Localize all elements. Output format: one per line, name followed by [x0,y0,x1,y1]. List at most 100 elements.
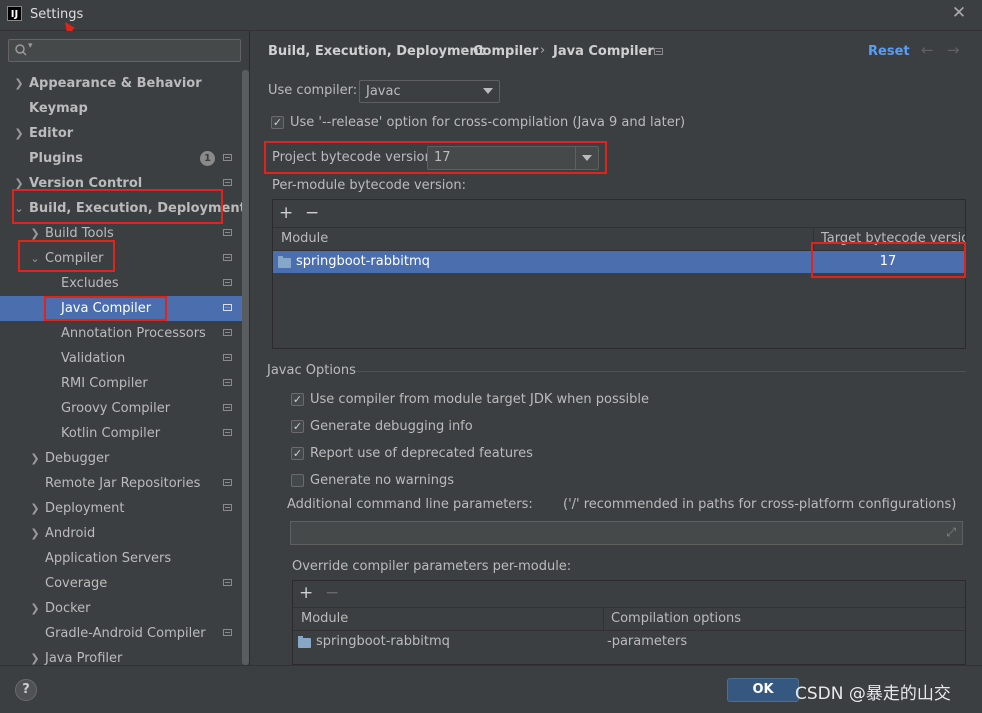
checkbox-label: Generate no warnings [310,473,455,488]
project-settings-icon [223,504,232,511]
use-compiler-label: Use compiler: [268,83,358,98]
chevron-right-icon: ❯ [30,452,40,465]
sidebar-item-docker[interactable]: ❯ Docker [0,596,240,621]
deprecation-checkbox[interactable]: ✓ [291,447,304,460]
forward-arrow-icon[interactable]: → [947,41,960,59]
release-option-label: Use '--release' option for cross-compila… [290,115,686,130]
highlight-box [811,242,966,278]
intellij-logo-icon: IJ [7,6,22,21]
project-settings-icon [223,154,232,161]
chevron-right-icon: ❯ [14,77,24,90]
use-module-jdk-checkbox[interactable]: ✓ [291,393,304,406]
additional-params-input[interactable]: ⤢ [290,521,963,545]
remove-icon[interactable]: − [325,585,339,602]
highlight-box [12,189,223,224]
sidebar-item-debugger[interactable]: ❯ Debugger [0,446,240,471]
javac-options-title: Javac Options [267,363,356,378]
chevron-right-icon: ❯ [30,602,40,615]
highlight-box [18,240,115,272]
sidebar-item-label: Appearance & Behavior [29,76,202,91]
sidebar-item-label: Remote Jar Repositories [45,476,201,491]
sidebar-item-label: Groovy Compiler [61,401,171,416]
combo-value: Javac [366,84,401,99]
module-name: springboot-rabbitmq [296,254,430,269]
updates-badge: 1 [200,151,215,166]
sidebar-item-remote-jar-repositories[interactable]: Remote Jar Repositories [0,471,240,496]
sidebar-item-android[interactable]: ❯ Android [0,521,240,546]
module-folder-icon [278,256,291,268]
sidebar-item-excludes[interactable]: Excludes [0,271,240,296]
breadcrumb-separator: › [460,43,466,58]
release-option-checkbox[interactable]: ✓ [271,116,284,129]
project-settings-icon [223,329,232,336]
sidebar-item-label: Java Profiler [45,651,123,665]
sidebar-item-java-profiler[interactable]: ❯ Java Profiler [0,646,240,665]
breadcrumb-separator: › [540,43,546,58]
sidebar-item-application-servers[interactable]: Application Servers [0,546,240,571]
add-icon[interactable]: + [279,205,293,222]
sidebar-item-label: Coverage [45,576,108,591]
column-header[interactable]: Module [281,228,328,250]
sidebar-item-appearance[interactable]: ❯ Appearance & Behavior [0,71,240,96]
page-title: Java Compiler [553,44,654,59]
help-button[interactable]: ? [15,679,37,701]
sidebar-item-validation[interactable]: Validation [0,346,240,371]
module-folder-icon [298,636,311,648]
per-module-label: Per-module bytecode version: [272,178,466,193]
back-arrow-icon[interactable]: ← [921,41,934,59]
sidebar-item-label: Annotation Processors [61,326,206,341]
sidebar-item-label: RMI Compiler [61,376,148,391]
no-warnings-checkbox[interactable] [291,474,304,487]
search-input[interactable]: ▾ [8,39,241,62]
sidebar-item-label: Debugger [45,451,110,466]
sidebar-item-groovy-compiler[interactable]: Groovy Compiler [0,396,240,421]
project-settings-icon [223,179,232,186]
sidebar-item-plugins[interactable]: Plugins 1 [0,146,240,171]
sidebar-item-annotation-processors[interactable]: Annotation Processors [0,321,240,346]
sidebar-item-label: Kotlin Compiler [61,426,161,441]
add-icon[interactable]: + [299,585,313,602]
ok-button[interactable]: OK [727,678,799,702]
watermark: CSDN @暴走的山交 [795,684,951,704]
reset-link[interactable]: Reset [868,44,910,59]
sidebar-item-keymap[interactable]: Keymap [0,96,240,121]
project-settings-icon [654,48,663,55]
project-settings-icon [223,379,232,386]
sidebar-item-deployment[interactable]: ❯ Deployment [0,496,240,521]
sidebar-item-label: Gradle-Android Compiler [45,626,206,641]
chevron-down-icon: ▾ [28,41,33,51]
project-settings-icon [223,479,232,486]
sidebar-item-label: Editor [29,126,74,141]
breadcrumb-item: Compiler [473,44,539,59]
column-header[interactable]: Module [301,608,348,630]
sidebar-item-rmi-compiler[interactable]: RMI Compiler [0,371,240,396]
sidebar-scrollbar[interactable] [242,70,249,665]
table-row[interactable]: springboot-rabbitmq -parameters [293,631,965,653]
use-compiler-combo[interactable]: Javac [359,80,500,103]
sidebar-item-editor[interactable]: ❯ Editor [0,121,240,146]
project-settings-icon [223,254,232,261]
expand-icon[interactable]: ⤢ [946,525,956,540]
sidebar-item-label: Excludes [61,276,119,291]
sidebar-item-label: Deployment [45,501,125,516]
sidebar-item-label: Keymap [29,101,88,116]
sidebar-item-label: Docker [45,601,91,616]
close-icon[interactable]: ✕ [950,4,968,22]
section-divider [356,371,966,372]
checkbox-label: Use compiler from module target JDK when… [310,392,649,407]
project-settings-icon [223,229,232,236]
compilation-options-cell[interactable]: -parameters [607,631,687,653]
sidebar-item-coverage[interactable]: Coverage [0,571,240,596]
column-header[interactable]: Compilation options [611,608,741,630]
remove-icon[interactable]: − [305,205,319,222]
sidebar-item-label: Plugins [29,151,83,166]
sidebar-item-kotlin-compiler[interactable]: Kotlin Compiler [0,421,240,446]
chevron-right-icon: ❯ [30,527,40,540]
project-settings-icon [223,354,232,361]
sidebar-item-label: Application Servers [45,551,172,566]
sidebar-item-gradle-android-compiler[interactable]: Gradle-Android Compiler [0,621,240,646]
highlight-box [264,141,607,174]
debug-info-checkbox[interactable]: ✓ [291,420,304,433]
checkbox-label: Report use of deprecated features [310,446,533,461]
module-name: springboot-rabbitmq [316,634,450,649]
